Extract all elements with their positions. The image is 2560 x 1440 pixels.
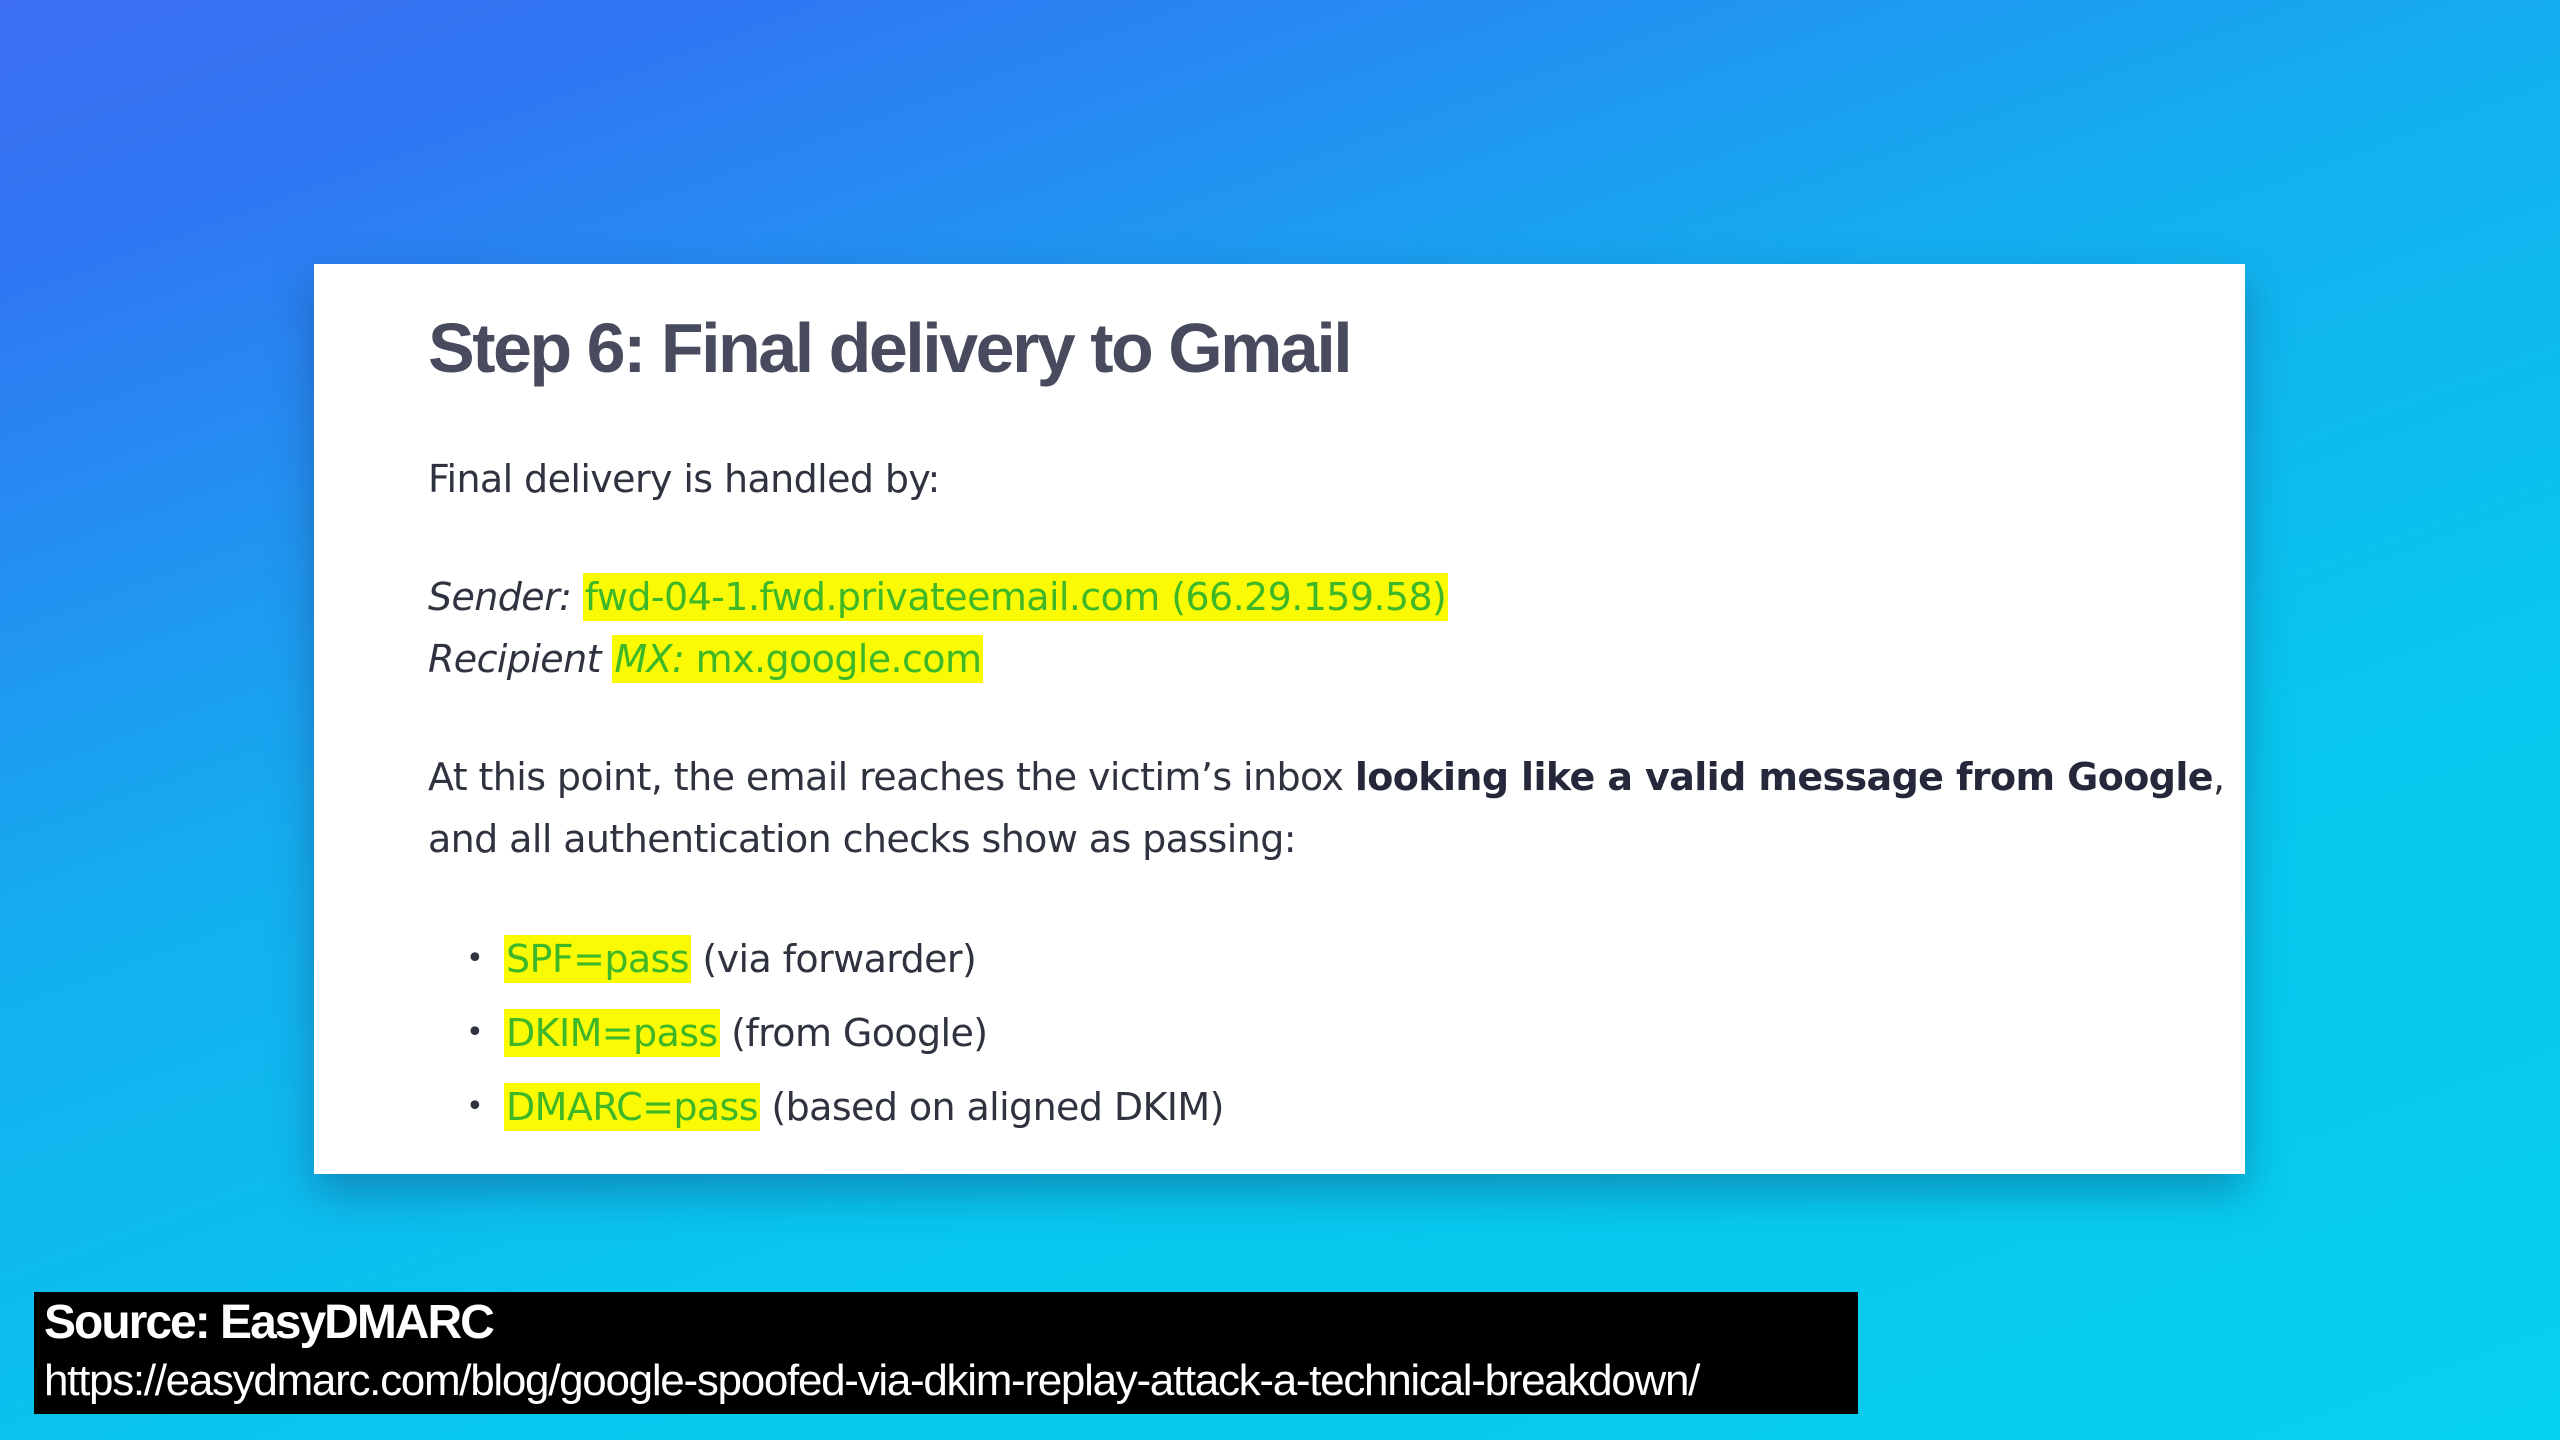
spf-result-highlight: SPF=pass xyxy=(504,935,691,983)
recipient-value-highlight: MX: mx.google.com xyxy=(612,635,984,683)
article-card: Step 6: Final delivery to Gmail Final de… xyxy=(314,264,2245,1174)
intro-text: Final delivery is handled by: xyxy=(428,457,940,501)
list-item-dkim: • DKIM=pass (from Google) xyxy=(466,996,2245,1070)
recipient-line: Recipient MX: mx.google.com xyxy=(428,628,2245,690)
bullet-icon: • xyxy=(466,1015,484,1050)
sender-value-highlight: fwd-04-1.fwd.privateemail.com (66.29.159… xyxy=(582,573,1449,621)
bullet-icon: • xyxy=(466,1089,484,1124)
recipient-value: mx.google.com xyxy=(695,637,982,681)
dkim-result-highlight: DKIM=pass xyxy=(504,1009,720,1057)
dmarc-result-highlight: DMARC=pass xyxy=(504,1083,760,1131)
summary-line-1: At this point, the email reaches the vic… xyxy=(428,746,2245,808)
source-caption: Source: EasyDMARC https://easydmarc.com/… xyxy=(34,1292,1858,1414)
sender-line: Sender: fwd-04-1.fwd.privateemail.com (6… xyxy=(428,566,2245,628)
sender-label: Sender: xyxy=(428,575,572,619)
recipient-mx-label: MX: xyxy=(614,637,685,681)
auth-checks-list: • SPF=pass (via forwarder) • DKIM=pass (… xyxy=(428,922,2245,1144)
bullet-icon: • xyxy=(466,941,484,976)
list-item-spf: • SPF=pass (via forwarder) xyxy=(466,922,2245,996)
dmarc-note: (based on aligned DKIM) xyxy=(771,1085,1224,1129)
list-item-dmarc: • DMARC=pass (based on aligned DKIM) xyxy=(466,1070,2245,1144)
article-title: Step 6: Final delivery to Gmail xyxy=(428,309,1353,387)
source-title: Source: EasyDMARC xyxy=(44,1296,495,1349)
summary-bold: looking like a valid message from Google xyxy=(1354,755,2214,799)
recipient-label: Recipient xyxy=(428,637,601,681)
summary-line-2: and all authentication checks show as pa… xyxy=(428,817,1297,861)
summary-start: At this point, the email reaches the vic… xyxy=(428,755,1355,799)
summary-end: , xyxy=(2212,755,2225,799)
dkim-note: (from Google) xyxy=(731,1011,988,1055)
source-url: https://easydmarc.com/blog/google-spoofe… xyxy=(44,1356,1700,1405)
spf-note: (via forwarder) xyxy=(702,937,977,981)
